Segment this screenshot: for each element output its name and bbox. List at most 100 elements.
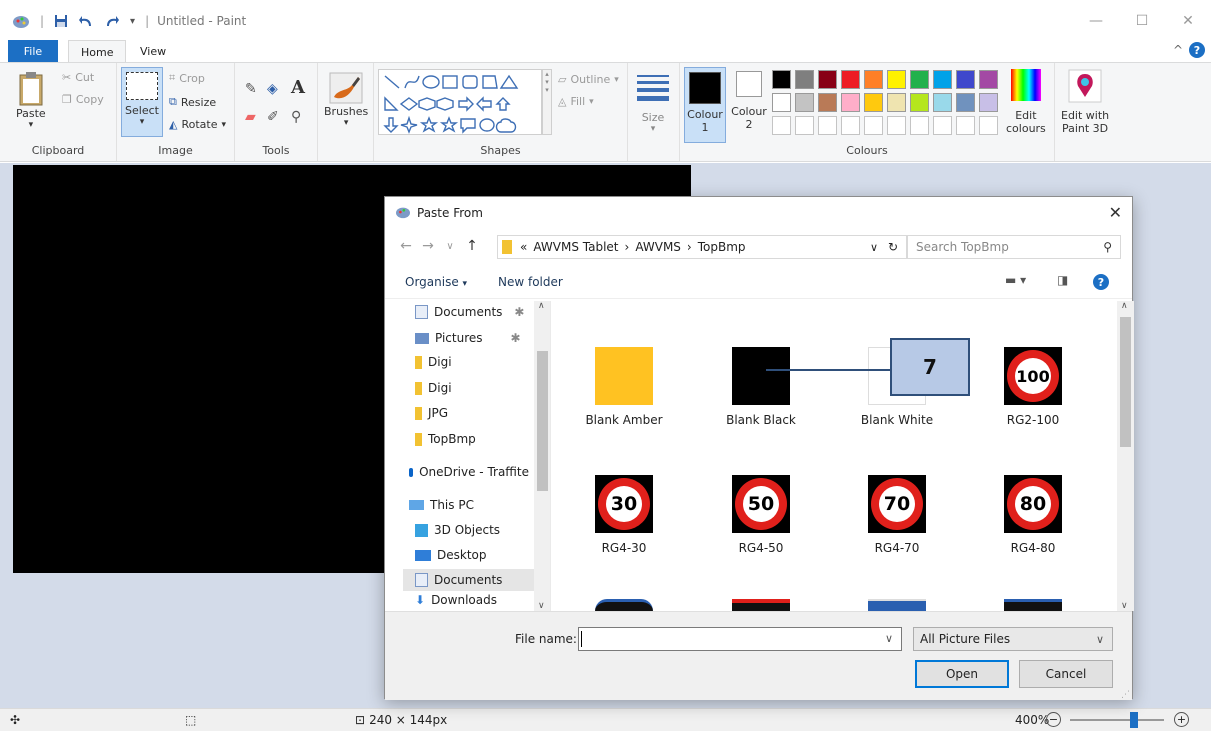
edit-with-paint3d-button[interactable]: Edit with Paint 3D — [1061, 69, 1109, 135]
search-input[interactable]: Search TopBmp ⚲ — [907, 235, 1121, 259]
file-rg4-80[interactable]: 80 RG4-80 — [978, 475, 1088, 555]
close-button[interactable]: ✕ — [1165, 6, 1211, 36]
file-rg2-100[interactable]: 100 RG2-100 — [978, 347, 1088, 427]
fill-button[interactable]: ◬ Fill ▾ — [558, 95, 594, 108]
file-name-input[interactable]: ∨ — [578, 627, 902, 651]
paste-button[interactable]: Paste ▾ — [16, 71, 46, 130]
nav-pane-scrollbar[interactable]: ∧ ∨ — [534, 301, 550, 611]
up-button[interactable]: ↑ — [461, 238, 483, 254]
colour-swatch[interactable] — [887, 70, 906, 89]
redo-icon[interactable] — [104, 14, 120, 28]
colour-swatch[interactable] — [818, 93, 837, 112]
recent-locations-button[interactable]: ∨ — [439, 241, 461, 252]
colour-picker-icon[interactable]: ✐ — [267, 109, 279, 125]
colour-swatch[interactable] — [910, 93, 929, 112]
colour-swatch[interactable] — [933, 93, 952, 112]
colour-swatch[interactable] — [772, 116, 791, 135]
brushes-button[interactable]: Brushes ▾ — [324, 71, 368, 128]
colour-swatch[interactable] — [841, 116, 860, 135]
breadcrumb-awvms-tablet[interactable]: AWVMS Tablet — [533, 240, 618, 254]
partial-thumbnail[interactable] — [595, 599, 653, 611]
colour-swatch[interactable] — [864, 93, 883, 112]
maximize-button[interactable]: ☐ — [1119, 6, 1165, 36]
nav-item-onedrive[interactable]: OneDrive - Traffite — [409, 461, 529, 483]
colour-1-button[interactable]: Colour 1 — [684, 67, 726, 143]
shapes-gallery[interactable] — [378, 69, 542, 135]
size-button[interactable]: Size ▾ — [636, 71, 670, 134]
file-type-select[interactable]: All Picture Files ∨ — [913, 627, 1113, 651]
minimize-button[interactable]: — — [1073, 6, 1119, 36]
shapes-scroll[interactable]: ▴ ▾ ▾ — [542, 69, 552, 135]
text-tool-icon[interactable]: A — [291, 77, 305, 98]
file-blank-amber[interactable]: Blank Amber — [569, 347, 679, 427]
nav-item-digi-1[interactable]: Digi — [415, 351, 535, 373]
collapse-ribbon-icon[interactable]: ^ — [1173, 43, 1183, 57]
undo-icon[interactable] — [78, 14, 94, 28]
nav-item-3d-objects[interactable]: 3D Objects — [415, 519, 535, 541]
edit-colours-button[interactable]: Edit colours — [1006, 69, 1046, 135]
nav-item-documents-quick[interactable]: Documents ✱ — [415, 301, 535, 323]
zoom-in-button[interactable]: + — [1174, 712, 1189, 727]
new-folder-button[interactable]: New folder — [498, 275, 563, 289]
nav-item-topbmp[interactable]: TopBmp — [415, 428, 535, 450]
partial-thumbnail[interactable] — [868, 599, 926, 611]
nav-item-pictures[interactable]: Pictures ✱ — [415, 327, 535, 349]
pencil-icon[interactable]: ✎ — [245, 81, 257, 97]
colour-swatch[interactable] — [818, 116, 837, 135]
file-rg4-30[interactable]: 30 RG4-30 — [569, 475, 679, 555]
breadcrumb-awvms[interactable]: AWVMS — [635, 240, 681, 254]
magnifier-icon[interactable]: ⚲ — [291, 109, 301, 125]
colour-swatch[interactable] — [933, 70, 952, 89]
colour-swatch[interactable] — [772, 93, 791, 112]
dialog-close-button[interactable]: ✕ — [1109, 203, 1122, 222]
colour-swatch[interactable] — [795, 116, 814, 135]
nav-pane-scroll-thumb[interactable] — [537, 351, 548, 491]
file-name-dropdown-icon[interactable]: ∨ — [885, 632, 893, 645]
address-dropdown-icon[interactable]: ∨ — [870, 241, 878, 254]
zoom-slider-thumb[interactable] — [1130, 712, 1138, 728]
colour-swatch[interactable] — [956, 93, 975, 112]
forward-button[interactable]: → — [417, 238, 439, 254]
paint-app-icon[interactable] — [12, 13, 30, 29]
organise-button[interactable]: Organise ▾ — [405, 275, 467, 289]
file-list-scroll-thumb[interactable] — [1120, 317, 1131, 447]
copy-button[interactable]: ❐ Copy — [62, 93, 104, 106]
crop-button[interactable]: ⌗ Crop — [169, 71, 205, 85]
nav-item-digi-2[interactable]: Digi — [415, 377, 535, 399]
tab-file[interactable]: File — [8, 40, 58, 62]
colour-swatch[interactable] — [910, 116, 929, 135]
open-button[interactable]: Open — [915, 660, 1009, 688]
preview-pane-icon[interactable]: ◨ — [1057, 273, 1068, 287]
colour-swatch[interactable] — [772, 70, 791, 89]
nav-item-jpg[interactable]: JPG — [415, 402, 535, 424]
refresh-icon[interactable]: ↻ — [888, 240, 898, 254]
cancel-button[interactable]: Cancel — [1019, 660, 1113, 688]
cut-button[interactable]: ✂ Cut — [62, 71, 94, 84]
file-rg4-50[interactable]: 50 RG4-50 — [706, 475, 816, 555]
fill-bucket-icon[interactable]: ◈ — [267, 81, 278, 97]
colour-swatch[interactable] — [818, 70, 837, 89]
nav-item-this-pc[interactable]: This PC — [409, 494, 529, 516]
view-options-icon[interactable]: ▬ ▾ — [1005, 273, 1026, 287]
colour-swatch[interactable] — [795, 93, 814, 112]
colour-swatch[interactable] — [979, 116, 998, 135]
address-bar[interactable]: « AWVMS Tablet › AWVMS › TopBmp ∨ ↻ — [497, 235, 907, 259]
back-button[interactable]: ← — [395, 238, 417, 254]
colour-swatch[interactable] — [864, 70, 883, 89]
colour-swatch[interactable] — [956, 116, 975, 135]
colour-swatch[interactable] — [887, 93, 906, 112]
rotate-button[interactable]: ◭ Rotate ▾ — [169, 118, 226, 131]
zoom-out-button[interactable]: − — [1046, 712, 1061, 727]
file-blank-black[interactable]: Blank Black — [706, 347, 816, 427]
breadcrumb-topbmp[interactable]: TopBmp — [698, 240, 746, 254]
partial-thumbnail[interactable] — [732, 599, 790, 611]
resize-grip-icon[interactable]: ⋰ — [1121, 690, 1130, 700]
colour-swatch[interactable] — [795, 70, 814, 89]
colour-swatch[interactable] — [956, 70, 975, 89]
nav-item-downloads[interactable]: ⬇ Downloads — [415, 593, 535, 607]
colour-swatch[interactable] — [910, 70, 929, 89]
outline-button[interactable]: ▱ Outline ▾ — [558, 73, 619, 86]
colour-swatch[interactable] — [979, 70, 998, 89]
tab-home[interactable]: Home — [68, 40, 127, 63]
eraser-icon[interactable]: ▰ — [245, 109, 256, 125]
